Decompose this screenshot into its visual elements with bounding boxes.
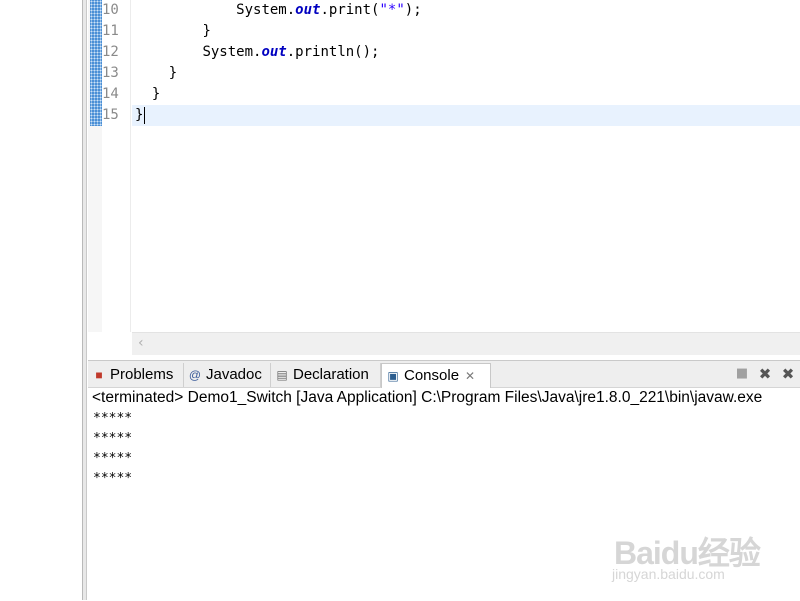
console-output-line: ***** <box>93 471 133 486</box>
line-number: 10 <box>102 2 119 18</box>
scroll-left-arrow-icon[interactable]: ‹ <box>138 335 144 351</box>
tab-console-label: Console <box>404 367 460 384</box>
code-token: } <box>151 86 161 102</box>
code-token: ); <box>404 2 422 18</box>
declaration-icon: ▤ <box>276 368 288 382</box>
terminate-icon[interactable]: ■ <box>734 366 750 382</box>
tab-problems[interactable]: ■ Problems <box>88 363 184 387</box>
close-icon[interactable]: ✕ <box>465 364 475 388</box>
code-token: .print( <box>320 2 380 18</box>
line-number: 14 <box>102 86 119 102</box>
console-output-line: ***** <box>93 411 133 426</box>
console-status-line: <terminated> Demo1_Switch [Java Applicat… <box>92 389 763 406</box>
code-token: "*" <box>379 2 405 18</box>
code-text-area[interactable]: System.out.print("*"); } System.out.prin… <box>132 0 800 332</box>
code-line[interactable]: System.out.println(); <box>135 42 379 63</box>
code-token: out <box>295 2 321 18</box>
code-token: System. <box>236 2 296 18</box>
line-number: 15 <box>102 107 119 123</box>
remove-launch-icon[interactable]: ✖ <box>757 366 773 382</box>
baidu-watermark: Baidu经验 jingyan.baidu.com <box>612 514 772 594</box>
sash[interactable] <box>83 0 87 600</box>
code-token: System. <box>202 44 262 60</box>
line-number: 13 <box>102 65 119 81</box>
javadoc-icon: @ <box>188 368 202 382</box>
code-token: } <box>168 65 178 81</box>
line-number: 12 <box>102 44 119 60</box>
code-line[interactable]: } <box>135 105 146 126</box>
code-line[interactable]: } <box>135 63 177 84</box>
tab-problems-label: Problems <box>110 366 174 383</box>
remove-all-icon[interactable]: ✖ <box>780 366 796 382</box>
tab-javadoc[interactable]: @ Javadoc <box>184 363 271 387</box>
tab-declaration[interactable]: ▤ Declaration <box>271 363 381 387</box>
code-editor[interactable]: 10 11 12 13 14 15 System.out.print("*"); } Sy… <box>88 0 800 356</box>
code-token: .println(); <box>286 44 380 60</box>
console-output-line: ***** <box>93 431 133 446</box>
code-token: } <box>202 23 211 39</box>
tab-javadoc-label: Javadoc <box>206 366 262 383</box>
line-number: 11 <box>102 23 119 39</box>
tab-console[interactable]: ▣ Console ✕ <box>381 363 491 388</box>
console-icon: ▣ <box>387 369 399 383</box>
code-line[interactable]: System.out.print("*"); <box>135 0 422 21</box>
view-tab-bar: ■ Problems @ Javadoc ▤ Declaration ▣ Con… <box>88 361 800 388</box>
console-output-line: ***** <box>93 451 133 466</box>
tab-declaration-label: Declaration <box>293 366 369 383</box>
problems-icon: ■ <box>95 368 103 382</box>
horizontal-scrollbar[interactable]: ‹ <box>132 332 800 355</box>
change-marker-bar <box>90 0 102 126</box>
watermark-url: jingyan.baidu.com <box>612 566 725 582</box>
code-token: out <box>261 44 287 60</box>
code-line[interactable]: } <box>135 84 160 105</box>
code-line[interactable]: } <box>135 21 211 42</box>
code-token: } <box>135 107 144 123</box>
left-panel-edge <box>0 0 83 600</box>
text-caret <box>144 106 146 124</box>
